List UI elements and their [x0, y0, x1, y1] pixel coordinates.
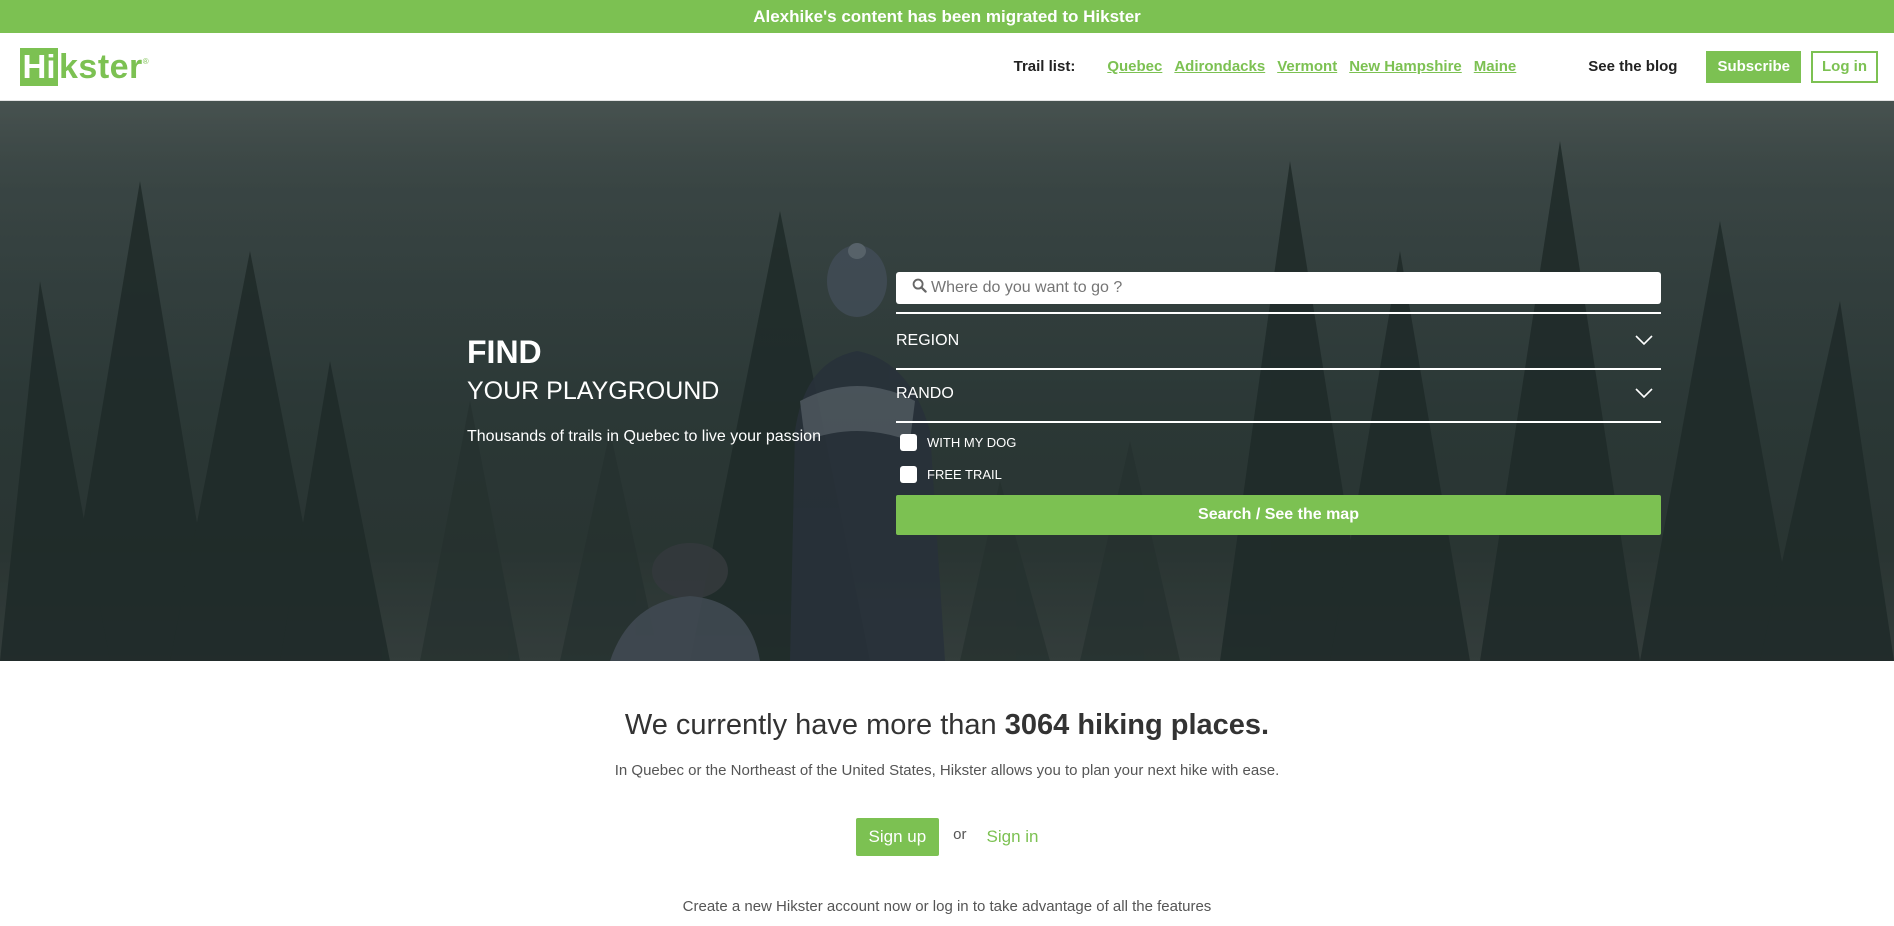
- free-trail-checkbox[interactable]: [900, 465, 917, 483]
- chevron-down-icon: [1635, 385, 1653, 403]
- headline-count: 3064 hiking places.: [1004, 709, 1270, 741]
- search-panel: REGION RANDO WITH MY DOG FREE TRAIL Sear…: [896, 272, 1661, 535]
- hiking-places-headline: We currently have more than 3064 hiking …: [0, 709, 1894, 742]
- sign-in-link[interactable]: Sign in: [987, 827, 1039, 847]
- with-dog-checkbox[interactable]: [900, 433, 917, 451]
- migration-banner: Alexhike's content has been migrated to …: [0, 0, 1894, 33]
- with-dog-label: WITH MY DOG: [927, 434, 1017, 450]
- main-content: We currently have more than 3064 hiking …: [0, 709, 1894, 915]
- search-input[interactable]: [931, 279, 1661, 297]
- trail-link-maine[interactable]: Maine: [1474, 58, 1517, 75]
- create-account-text: Create a new Hikster account now or log …: [682, 898, 1212, 915]
- chevron-down-icon: [1635, 332, 1653, 350]
- search-box[interactable]: [896, 272, 1661, 304]
- or-separator: or: [953, 825, 967, 843]
- trail-list-label: Trail list:: [1013, 58, 1076, 75]
- trail-link-new-hampshire[interactable]: New Hampshire: [1349, 58, 1462, 75]
- hero-tagline: Thousands of trails in Quebec to live yo…: [467, 428, 821, 445]
- logo-registered-mark: ®: [142, 56, 149, 66]
- logo-wordmark: kster: [59, 47, 143, 86]
- hero-heading: FIND YOUR PLAYGROUND Thousands of trails…: [467, 334, 821, 446]
- subscribe-button[interactable]: Subscribe: [1706, 50, 1801, 83]
- with-dog-option: WITH MY DOG: [896, 429, 1661, 455]
- nav-links: Trail list: Quebec Adirondacks Vermont N…: [1013, 50, 1878, 83]
- hero-section: FIND YOUR PLAYGROUND Thousands of trails…: [0, 101, 1894, 661]
- free-trail-option: FREE TRAIL: [896, 461, 1661, 487]
- login-button[interactable]: Log in: [1811, 50, 1878, 83]
- hikster-description: In Quebec or the Northeast of the United…: [614, 762, 1280, 779]
- free-trail-label: FREE TRAIL: [927, 466, 1002, 482]
- headline-prefix: We currently have more than: [624, 709, 1005, 741]
- find-title: FIND: [467, 334, 542, 370]
- search-map-button[interactable]: Search / See the map: [896, 495, 1661, 535]
- banner-text: Alexhike's content has been migrated to …: [753, 6, 1141, 26]
- trail-link-vermont[interactable]: Vermont: [1277, 58, 1337, 75]
- account-cta: Sign up or Sign in: [0, 818, 1894, 856]
- search-icon: [912, 278, 927, 298]
- activity-select-label: RANDO: [896, 385, 954, 402]
- sign-up-button[interactable]: Sign up: [855, 818, 940, 856]
- see-blog-link[interactable]: See the blog: [1588, 58, 1677, 75]
- hikster-logo[interactable]: Hi kster ®: [20, 47, 149, 87]
- logo-mark: Hi: [20, 47, 58, 86]
- trail-link-quebec[interactable]: Quebec: [1107, 58, 1162, 75]
- trail-link-adirondacks[interactable]: Adirondacks: [1174, 58, 1265, 75]
- top-navbar: Hi kster ® Trail list: Quebec Adirondack…: [0, 33, 1894, 101]
- region-select[interactable]: REGION: [896, 312, 1661, 370]
- playground-subtitle: YOUR PLAYGROUND: [467, 377, 720, 405]
- activity-select[interactable]: RANDO: [896, 370, 1661, 423]
- region-select-label: REGION: [896, 332, 960, 349]
